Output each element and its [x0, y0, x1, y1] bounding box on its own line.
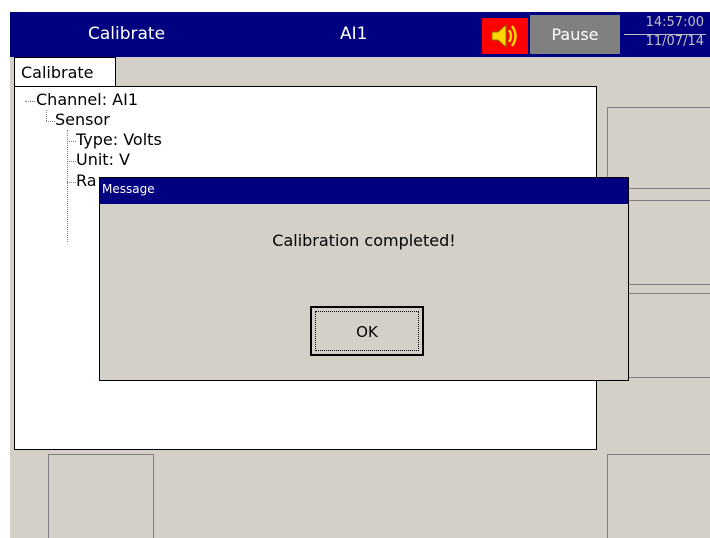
tree-connector: [67, 141, 76, 142]
bottom-button[interactable]: [48, 454, 154, 538]
side-button-4[interactable]: [607, 454, 710, 538]
tree-node-sensor[interactable]: Sensor: [55, 110, 110, 129]
tree-connector: [67, 130, 68, 242]
speaker-icon: [491, 23, 517, 49]
dialog-title: Message: [100, 178, 628, 204]
clock-date: 11/07/14: [645, 34, 704, 49]
clock: 14:57:00 11/07/14: [620, 14, 708, 55]
tree-node-range[interactable]: Ra: [76, 171, 97, 190]
tree-node-unit[interactable]: Unit: V: [76, 150, 130, 169]
tree-connector: [67, 161, 76, 162]
ok-button-label: OK: [315, 311, 419, 351]
speaker-button[interactable]: [482, 18, 528, 54]
tree-connector: [46, 110, 47, 121]
screen-title: Calibrate: [88, 24, 166, 44]
title-bar: Calibrate AI1 Pause 14:57:00 11/07/14: [10, 12, 710, 57]
pause-button[interactable]: Pause: [530, 15, 620, 54]
dialog-message: Calibration completed!: [272, 231, 456, 250]
channel-label: AI1: [340, 24, 368, 44]
tree-connector: [67, 182, 76, 183]
tree-node-type[interactable]: Type: Volts: [76, 130, 162, 149]
screen: Calibrate AI1 Pause 14:57:00 11/07/14 Ca…: [10, 12, 710, 538]
tree-connector: [25, 101, 35, 102]
tree-connector: [46, 121, 55, 122]
ok-button[interactable]: OK: [310, 306, 424, 356]
message-dialog: Message Calibration completed! OK: [99, 177, 629, 381]
tab-calibrate[interactable]: Calibrate: [14, 57, 116, 86]
tree-node-channel[interactable]: Channel: AI1: [36, 90, 138, 109]
clock-time: 14:57:00: [645, 15, 704, 30]
